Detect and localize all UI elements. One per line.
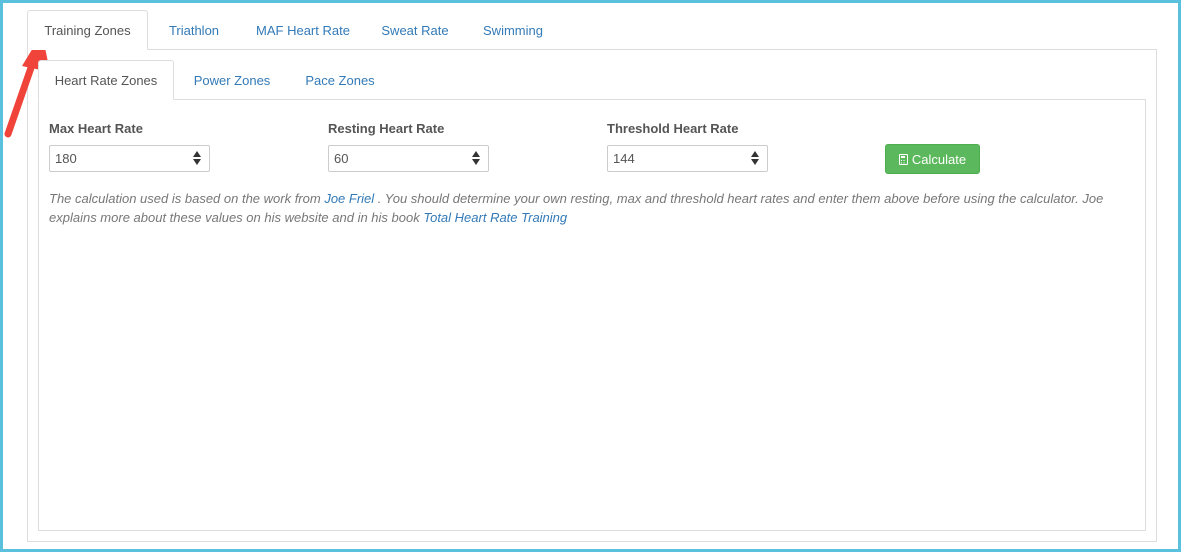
threshold-heart-rate-field [607, 145, 768, 172]
spinner-down-icon[interactable] [472, 159, 480, 165]
tab-pace-zones[interactable]: Pace Zones [290, 60, 390, 100]
tab-training-zones[interactable]: Training Zones [27, 10, 148, 50]
resting-heart-rate-spinner[interactable] [472, 151, 480, 165]
joe-friel-link[interactable]: Joe Friel [324, 191, 374, 206]
spinner-up-icon[interactable] [193, 151, 201, 157]
calculator-icon [898, 153, 908, 165]
spinner-down-icon[interactable] [193, 159, 201, 165]
max-heart-rate-spinner[interactable] [193, 151, 201, 165]
resting-heart-rate-input[interactable] [329, 146, 444, 171]
spinner-up-icon[interactable] [751, 151, 759, 157]
calculate-button-label: Calculate [911, 151, 967, 167]
tab-maf-heart-rate[interactable]: MAF Heart Rate [240, 10, 366, 50]
max-heart-rate-label: Max Heart Rate [49, 121, 143, 136]
calculation-help-text: The calculation used is based on the wor… [49, 189, 1141, 227]
tab-power-zones[interactable]: Power Zones [174, 60, 290, 100]
calculate-button[interactable]: Calculate [885, 144, 980, 174]
tab-triathlon[interactable]: Triathlon [148, 10, 240, 50]
tab-sweat-rate[interactable]: Sweat Rate [366, 10, 464, 50]
total-heart-rate-training-link[interactable]: Total Heart Rate Training [423, 210, 567, 225]
spinner-down-icon[interactable] [751, 159, 759, 165]
help-text-part1: The calculation used is based on the wor… [49, 191, 325, 206]
resting-heart-rate-field [328, 145, 489, 172]
threshold-heart-rate-label: Threshold Heart Rate [607, 121, 739, 136]
zones-tab-bar: Heart Rate Zones Power Zones Pace Zones [38, 60, 390, 100]
threshold-heart-rate-input[interactable] [608, 146, 723, 171]
max-heart-rate-field [49, 145, 210, 172]
spinner-up-icon[interactable] [472, 151, 480, 157]
main-tab-bar: Training Zones Triathlon MAF Heart Rate … [27, 10, 562, 50]
threshold-heart-rate-spinner[interactable] [751, 151, 759, 165]
tab-heart-rate-zones[interactable]: Heart Rate Zones [38, 60, 174, 100]
resting-heart-rate-label: Resting Heart Rate [328, 121, 445, 136]
tab-swimming[interactable]: Swimming [464, 10, 562, 50]
max-heart-rate-input[interactable] [50, 146, 165, 171]
